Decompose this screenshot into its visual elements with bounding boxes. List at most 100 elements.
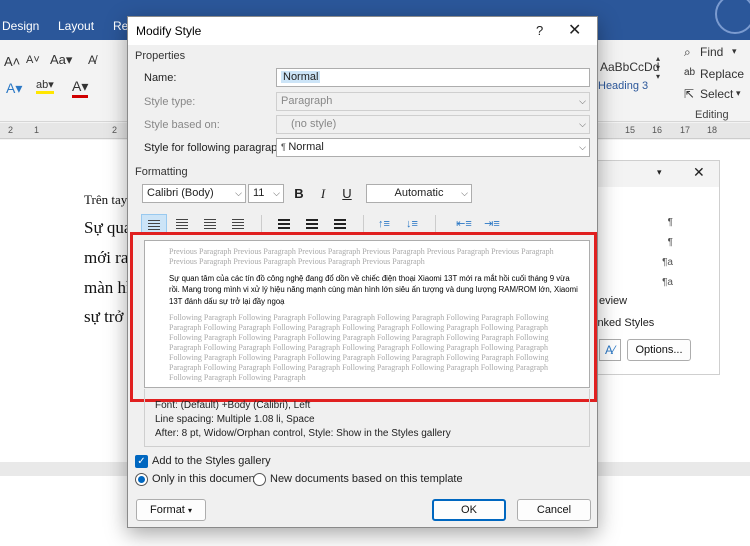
replace-button[interactable]: Replace <box>700 67 744 81</box>
account-avatar[interactable] <box>715 0 750 34</box>
new-documents-label[interactable]: New documents based on this template <box>270 473 463 485</box>
linked-style-icon: ¶a <box>662 277 673 288</box>
ruler-number: 2 <box>112 125 118 135</box>
underline-button[interactable]: U <box>336 184 358 204</box>
close-icon[interactable]: ✕ <box>568 20 581 40</box>
document-line: màn hì <box>84 278 131 297</box>
linked-style-icon: ¶a <box>662 257 673 268</box>
show-preview-label[interactable]: eview <box>599 295 627 307</box>
chevron-down-icon: ⌵ <box>579 96 586 106</box>
toolbar-separator <box>435 215 436 233</box>
text-effects-icon[interactable]: A▾ <box>6 80 22 97</box>
styles-gallery-heading[interactable]: Heading 3 <box>598 80 648 92</box>
ruler-number: 17 <box>680 125 691 135</box>
shrink-font-icon[interactable]: A˅ <box>26 54 40 66</box>
highlight-box <box>130 232 597 402</box>
increase-indent-icon[interactable]: ⇥≡ <box>479 214 505 234</box>
description-line: Font: (Default) +Body (Calibri), Left <box>155 400 311 411</box>
gallery-scroll-icon[interactable]: ▴ ▾ ▾ <box>656 54 660 81</box>
ruler-number: 1 <box>34 125 40 135</box>
ok-button[interactable]: OK <box>432 499 506 521</box>
one-half-spacing-icon <box>306 219 318 229</box>
styles-pane: ▾ ✕ ¶ ¶ ¶a ¶a eview inked Styles A⁄ Opti… <box>595 160 720 375</box>
based-on-label: Style based on: <box>144 119 220 131</box>
italic-button[interactable]: I <box>312 184 334 204</box>
add-to-gallery-label[interactable]: Add to the Styles gallery <box>152 455 271 467</box>
find-dropdown-icon[interactable]: ▾ <box>732 46 737 57</box>
based-on-select[interactable]: (no style) ⌵ <box>276 115 590 134</box>
chevron-down-icon: ⌵ <box>461 188 468 198</box>
style-type-label: Style type: <box>144 96 196 108</box>
document-line: sự trở <box>84 307 124 326</box>
tab-design[interactable]: Design <box>2 19 39 33</box>
bold-button[interactable]: B <box>288 184 310 204</box>
style-type-value: Paragraph <box>281 95 333 107</box>
based-on-value: (no style) <box>291 118 337 130</box>
find-icon[interactable]: ⌕ <box>684 45 691 60</box>
formatting-header: Formatting <box>135 166 188 178</box>
single-spacing-icon <box>278 219 290 229</box>
document-line: mới ra <box>84 248 129 267</box>
align-center-button[interactable] <box>169 214 195 234</box>
space-after-icon[interactable]: ↓≡ <box>399 214 425 234</box>
only-this-document-radio[interactable] <box>135 473 148 486</box>
font-color-select[interactable]: Automatic ⌵ <box>366 184 472 203</box>
pane-options-icon[interactable]: ▾ <box>657 167 662 178</box>
align-right-button[interactable] <box>197 214 223 234</box>
clear-format-icon[interactable]: A̸ <box>88 53 96 67</box>
disable-linked-styles-label[interactable]: inked Styles <box>595 317 654 329</box>
styles-gallery-sample[interactable]: AaBbCcDd <box>600 60 659 74</box>
name-value: Normal <box>281 71 321 83</box>
name-field[interactable]: Normal <box>276 68 590 87</box>
font-select[interactable]: Calibri (Body) ⌵ <box>142 184 246 203</box>
double-spacing-icon <box>334 219 346 229</box>
select-button[interactable]: Select <box>700 87 733 101</box>
style-type-select[interactable]: Paragraph ⌵ <box>276 92 590 111</box>
find-button[interactable]: Find <box>700 45 723 59</box>
format-dropdown-icon: ▾ <box>187 506 192 515</box>
following-paragraph-value: Normal <box>288 141 324 153</box>
single-spacing-button[interactable] <box>271 214 297 234</box>
decrease-indent-icon[interactable]: ⇤≡ <box>451 214 477 234</box>
cancel-button[interactable]: Cancel <box>517 499 591 521</box>
highlight-icon[interactable]: ab▾ <box>36 78 54 94</box>
double-spacing-button[interactable] <box>327 214 353 234</box>
ruler-number: 16 <box>652 125 663 135</box>
justify-button[interactable] <box>225 214 251 234</box>
one-half-spacing-button[interactable] <box>299 214 325 234</box>
align-center-icon <box>176 219 188 229</box>
only-this-document-label[interactable]: Only in this document <box>152 473 258 485</box>
select-dropdown-icon[interactable]: ▾ <box>736 88 741 99</box>
chevron-down-icon: ⌵ <box>235 188 242 198</box>
document-line: Sự qua <box>84 218 132 237</box>
format-button[interactable]: Format ▾ <box>136 499 206 521</box>
grow-font-icon[interactable]: A˄ <box>4 54 20 69</box>
properties-header: Properties <box>135 50 186 62</box>
options-button[interactable]: Options... <box>627 339 691 361</box>
style-inspector-icon[interactable]: A⁄ <box>599 339 621 361</box>
editing-group-label: Editing <box>695 109 729 121</box>
font-color-icon[interactable]: A▾ <box>72 78 89 98</box>
ruler-number: 18 <box>707 125 718 135</box>
select-icon[interactable]: ⇱ <box>684 87 694 101</box>
dialog-title: Modify Style <box>136 24 202 38</box>
replace-icon[interactable]: ab <box>684 67 695 78</box>
following-paragraph-select[interactable]: ¶ Normal ⌵ <box>276 138 590 157</box>
ruler-number: 2 <box>8 125 14 135</box>
styles-pane-header: ▾ ✕ <box>597 161 719 187</box>
space-before-icon[interactable]: ↑≡ <box>371 214 397 234</box>
format-button-label: Format <box>150 504 185 516</box>
chevron-down-icon: ⌵ <box>579 142 586 152</box>
chevron-down-icon: ⌵ <box>273 188 280 198</box>
font-size-select[interactable]: 11 ⌵ <box>248 184 284 203</box>
description-line: After: 8 pt, Widow/Orphan control, Style… <box>155 428 451 439</box>
help-icon[interactable]: ? <box>536 23 543 38</box>
new-documents-radio[interactable] <box>253 473 266 486</box>
change-case-icon[interactable]: Aa▾ <box>50 52 72 68</box>
add-to-gallery-checkbox[interactable]: ✓ <box>135 455 148 468</box>
tab-layout[interactable]: Layout <box>58 19 94 33</box>
align-left-button[interactable] <box>141 214 167 234</box>
pane-close-icon[interactable]: ✕ <box>693 164 705 181</box>
document-line: Trên tay <box>84 192 128 207</box>
following-paragraph-label: Style for following paragraph: <box>144 142 287 154</box>
